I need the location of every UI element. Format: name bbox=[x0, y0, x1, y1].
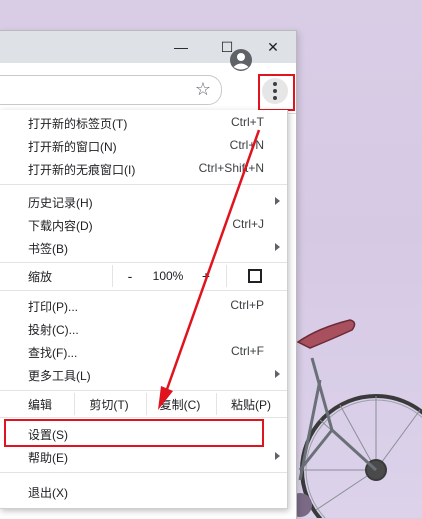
annotation-arrow bbox=[158, 129, 261, 410]
